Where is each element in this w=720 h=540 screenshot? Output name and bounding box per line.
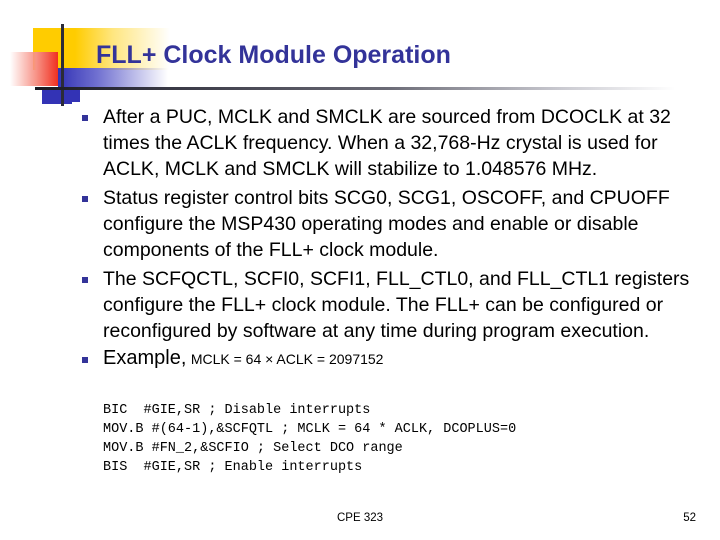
- content-body: After a PUC, MCLK and SMCLK are sourced …: [78, 104, 706, 373]
- bullet-square-icon: [82, 277, 88, 283]
- horizontal-rule: [35, 87, 675, 90]
- yellow-square: [33, 28, 75, 70]
- example-line: Example, MCLK = 64 × ACLK = 2097152: [103, 347, 706, 370]
- vertical-rule: [61, 24, 64, 106]
- list-item-example: Example, MCLK = 64 × ACLK = 2097152: [78, 347, 706, 370]
- example-label: Example,: [103, 347, 187, 369]
- footer-course-label: CPE 323: [336, 512, 384, 524]
- example-formula: MCLK = 64 × ACLK = 2097152: [190, 351, 384, 367]
- slide: FLL+ Clock Module Operation After a PUC,…: [0, 0, 720, 540]
- blue-lower-square: [42, 90, 72, 104]
- page-title: FLL+ Clock Module Operation: [96, 41, 451, 69]
- bullet-square-icon: [82, 196, 88, 202]
- list-item-text: The SCFQCTL, SCFI0, SCFI1, FLL_CTL0, and…: [103, 268, 690, 342]
- footer-page-number: 52: [683, 512, 696, 524]
- code-block: BIC #GIE,SR ; Disable interrupts MOV.B #…: [103, 403, 517, 475]
- blue-square: [58, 68, 80, 102]
- bullet-square-icon: [82, 115, 88, 121]
- bullet-square-icon: [82, 357, 88, 363]
- red-gradient-square: [10, 52, 58, 86]
- list-item-text: Status register control bits SCG0, SCG1,…: [103, 187, 670, 261]
- list-item: Status register control bits SCG0, SCG1,…: [78, 185, 706, 263]
- list-item: After a PUC, MCLK and SMCLK are sourced …: [78, 104, 706, 182]
- list-item-text: After a PUC, MCLK and SMCLK are sourced …: [103, 106, 671, 180]
- list-item: The SCFQCTL, SCFI0, SCFI1, FLL_CTL0, and…: [78, 266, 706, 344]
